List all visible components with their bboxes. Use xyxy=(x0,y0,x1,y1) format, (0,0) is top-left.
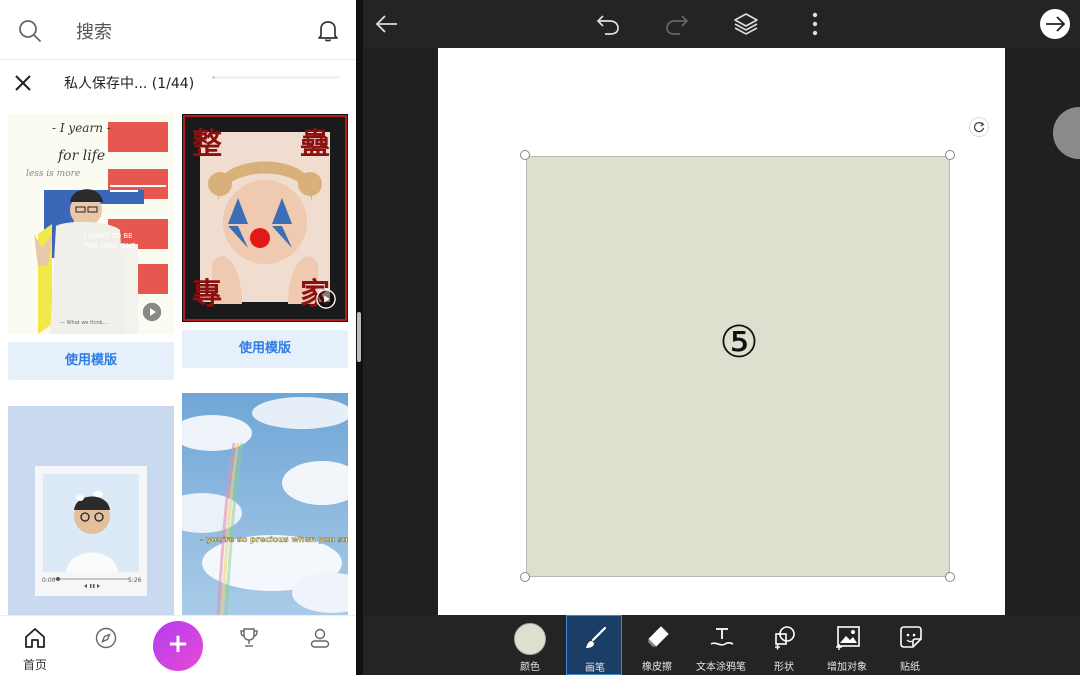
template-thumbnail[interactable]: - I yearn - for life less is more I WANT… xyxy=(8,114,174,334)
editor-pane: ⑤ 颜色 画笔 橡皮擦 文本涂鸦笔 形状 增加对象 贴纸 xyxy=(363,0,1080,675)
resize-handle-bottom-left[interactable] xyxy=(520,572,530,582)
card-text-line: I WANT TO BE xyxy=(84,232,133,240)
color-swatch xyxy=(514,623,546,655)
search-placeholder[interactable]: 搜索 xyxy=(76,18,112,44)
next-button[interactable] xyxy=(1040,9,1070,39)
template-card[interactable]: 0:00 5:26 xyxy=(8,406,174,615)
save-progress-bar xyxy=(212,76,340,79)
template-artwork: - you're so precious when you smile xyxy=(182,393,348,615)
card-text-line: 專 xyxy=(192,277,222,312)
trophy-icon xyxy=(240,628,258,647)
bottom-navigation: 首页 + xyxy=(0,615,356,675)
card-text-line: 蠱 xyxy=(300,127,330,162)
bell-icon[interactable] xyxy=(315,17,341,43)
card-text-line: less is more xyxy=(26,169,80,179)
private-save-title: 私人保存中... (1/44) xyxy=(64,76,195,92)
template-thumbnail[interactable]: 0:00 5:26 xyxy=(8,406,174,615)
use-template-button[interactable]: 使用模版 xyxy=(182,330,348,368)
card-text-line: 0:00 xyxy=(42,577,56,584)
tool-text-brush[interactable]: 文本涂鸦笔 xyxy=(693,615,749,675)
play-circle-icon xyxy=(316,289,336,309)
shape-number-label: ⑤ xyxy=(719,317,759,368)
template-thumbnail[interactable]: - you're so precious when you smile xyxy=(182,393,348,615)
brush-icon xyxy=(586,626,607,648)
editor-toolbar: 颜色 画笔 橡皮擦 文本涂鸦笔 形状 增加对象 贴纸 xyxy=(363,615,1080,675)
editor-topbar xyxy=(363,0,1080,48)
nav-home-label: 首页 xyxy=(22,658,47,672)
compass-icon xyxy=(95,627,117,649)
floating-side-button[interactable] xyxy=(1053,107,1080,159)
card-text-line: 整 xyxy=(192,127,222,162)
template-card[interactable]: - I yearn - for life less is more I WANT… xyxy=(8,114,174,382)
nav-profile[interactable] xyxy=(290,616,350,675)
add-image-icon xyxy=(836,626,860,650)
search-icon[interactable] xyxy=(17,18,43,44)
use-template-button[interactable]: 使用模版 xyxy=(8,342,174,380)
resize-handle-top-left[interactable] xyxy=(520,150,530,160)
layers-icon[interactable] xyxy=(733,11,759,37)
tool-sticker-label: 贴纸 xyxy=(900,662,920,673)
forward-arrow-icon xyxy=(1046,16,1066,32)
card-text-line: - I yearn - xyxy=(52,121,111,135)
card-text-line: THE ONLY ONE xyxy=(83,242,136,250)
tool-add-object[interactable]: 增加对象 xyxy=(819,615,875,675)
text-brush-icon xyxy=(710,628,734,646)
sticker-icon xyxy=(900,626,922,648)
template-thumbnail[interactable]: 整 蠱 專 家 xyxy=(182,114,348,322)
save-progress-fill xyxy=(212,76,215,79)
private-save-status: 私人保存中... (1/44) xyxy=(0,62,356,104)
create-button[interactable]: + xyxy=(153,621,203,671)
resize-handle-bottom-right[interactable] xyxy=(945,572,955,582)
template-artwork: 0:00 5:26 xyxy=(35,466,147,596)
split-view-grip[interactable] xyxy=(357,312,361,362)
resize-handle-top-right[interactable] xyxy=(945,150,955,160)
undo-icon[interactable] xyxy=(595,11,621,37)
tool-eraser[interactable]: 橡皮擦 xyxy=(629,615,685,675)
template-browser-pane: 搜索 私人保存中... (1/44) - I yearn - for life … xyxy=(0,0,356,675)
tool-sticker[interactable]: 贴纸 xyxy=(882,615,938,675)
selected-shape[interactable]: ⑤ xyxy=(526,156,950,577)
search-bar[interactable]: 搜索 xyxy=(0,0,356,60)
close-icon[interactable] xyxy=(13,73,33,93)
redo-icon[interactable] xyxy=(664,11,690,37)
tool-color[interactable]: 颜色 xyxy=(502,615,558,675)
svg-text:— What we think…: — What we think… xyxy=(60,320,108,326)
nav-home[interactable]: 首页 xyxy=(5,616,65,675)
card-text-line: - you're so precious when you smile xyxy=(200,535,348,544)
template-card[interactable]: - you're so precious when you smile xyxy=(182,393,348,615)
user-icon xyxy=(310,628,330,648)
shape-icon xyxy=(775,626,795,650)
tool-brush[interactable]: 画笔 xyxy=(566,615,622,675)
nav-challenges[interactable] xyxy=(219,616,279,675)
tool-shape[interactable]: 形状 xyxy=(756,615,812,675)
more-vertical-icon[interactable] xyxy=(802,11,828,37)
play-circle-icon xyxy=(141,301,163,323)
card-text-line: 5:26 xyxy=(128,577,142,584)
plus-icon: + xyxy=(167,629,189,659)
eraser-icon xyxy=(648,626,669,647)
template-card[interactable]: 整 蠱 專 家 使用模版 xyxy=(182,114,348,370)
card-text-line: for life xyxy=(57,148,105,164)
rotate-handle[interactable] xyxy=(969,117,989,137)
home-icon xyxy=(25,628,45,648)
rotate-icon xyxy=(973,121,985,133)
back-arrow-icon[interactable] xyxy=(374,11,400,37)
nav-explore[interactable] xyxy=(76,616,136,675)
